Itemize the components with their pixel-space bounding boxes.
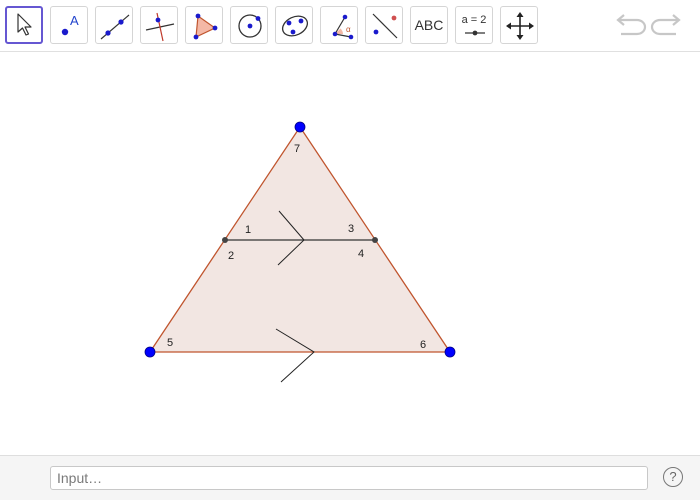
angle-label-2: 2 (228, 250, 234, 262)
ellipse-icon (281, 15, 309, 37)
angle-label-5: 5 (167, 337, 173, 349)
angle-tool[interactable]: α (320, 6, 358, 44)
input-bar-container: ? (0, 455, 700, 500)
graphics-view[interactable]: 1 2 3 4 5 6 7 (0, 53, 700, 455)
polygon-icon (193, 13, 218, 40)
line-tool[interactable] (95, 6, 133, 44)
angle-label-1: 1 (245, 224, 251, 236)
redo-icon[interactable] (650, 10, 684, 40)
slider-tool[interactable]: a = 2 (455, 6, 493, 44)
reflect-tool[interactable] (365, 6, 403, 44)
move-tool[interactable] (5, 6, 43, 44)
point-tool-label: A (70, 13, 79, 28)
input-bar[interactable] (50, 466, 648, 490)
move-arrows-icon (506, 12, 534, 40)
angle-icon: α (332, 14, 354, 40)
midpoint-right[interactable] (372, 237, 378, 243)
conic-tool[interactable] (275, 6, 313, 44)
angle-label-4: 4 (358, 248, 364, 260)
line-icon (100, 14, 130, 40)
angle-label-3: 3 (348, 223, 354, 235)
toolbar: A α ABC a = 2 (0, 0, 700, 52)
circle-tool[interactable] (230, 6, 268, 44)
perpendicular-icon (145, 12, 175, 42)
construction-drawing: 1 2 3 4 5 6 7 (144, 121, 456, 383)
undo-icon[interactable] (613, 10, 647, 40)
polygon-tool[interactable] (185, 6, 223, 44)
help-label: ? (669, 469, 677, 484)
angle-tool-label: α (346, 25, 351, 34)
reflect-icon (372, 13, 398, 39)
vertex-top[interactable] (294, 121, 306, 133)
angle-label-7: 7 (294, 143, 300, 155)
circle-icon (238, 14, 262, 38)
help-icon[interactable]: ? (663, 467, 683, 487)
angle-label-6: 6 (420, 339, 426, 351)
text-tool[interactable]: ABC (410, 6, 448, 44)
move-graphics-view-tool[interactable] (500, 6, 538, 44)
perpendicular-line-tool[interactable] (140, 6, 178, 44)
text-tool-label: ABC (414, 17, 444, 33)
point-icon: A (61, 13, 79, 36)
vertex-bottom-left[interactable] (144, 346, 156, 358)
point-tool[interactable]: A (50, 6, 88, 44)
midpoint-left[interactable] (222, 237, 228, 243)
arrow-cursor-icon (17, 13, 32, 36)
slider-icon (465, 30, 485, 36)
vertex-bottom-right[interactable] (444, 346, 456, 358)
